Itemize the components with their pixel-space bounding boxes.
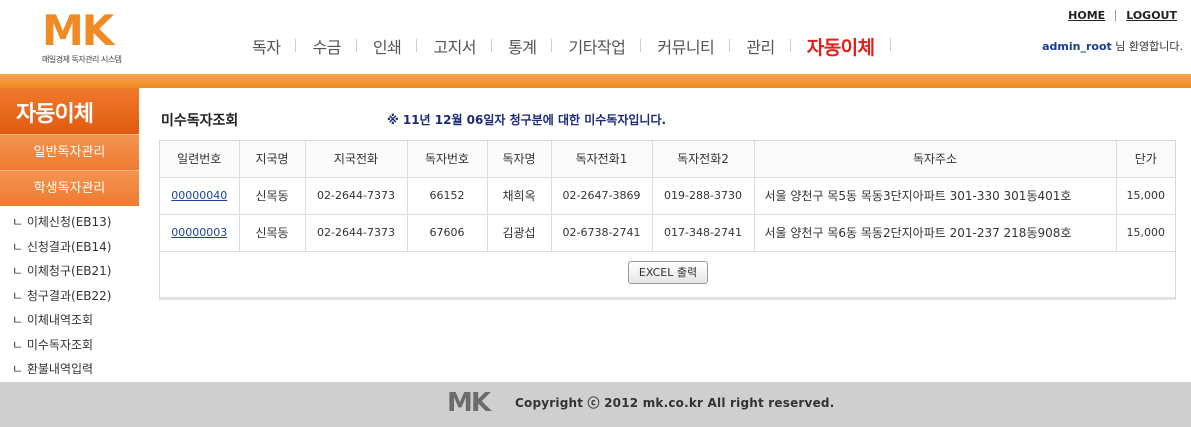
column-header: 독자전화2 [652, 141, 755, 178]
cell-branch-phone: 02-2644-7373 [305, 214, 408, 252]
cell-branch: 신목동 [239, 214, 306, 252]
sidebar: 자동이체 일반독자관리 학생독자관리 ㄴ 이체신청(EB13) ㄴ 신청결과(E… [0, 88, 139, 382]
mk-logo[interactable]: MK 매일경제 독자관리 시스템 [42, 10, 152, 68]
logo-text: MK [42, 6, 114, 55]
sidebar-subitem-eb13[interactable]: ㄴ 이체신청(EB13) [0, 210, 139, 235]
footer-logo: MK [447, 388, 491, 418]
nav-item-bill[interactable]: 고지서 [417, 34, 492, 58]
nav-item-community[interactable]: 커뮤니티 [641, 34, 731, 58]
content-header: 미수독자조회 ※ 11년 12월 06일자 청구분에 대한 미수독자입니다. [159, 88, 1177, 140]
table-header-row: 일련번호 지국명 지국전화 독자번호 독자명 독자전화1 독자전화2 독자주소 … [160, 141, 1175, 178]
sidebar-title: 자동이체 [0, 88, 139, 134]
cell-address: 서울 양천구 목5동 목동3단지아파트 301-330 301동401호 [754, 177, 1117, 215]
nav-item-etc[interactable]: 기타작업 [552, 34, 642, 58]
logo-subtitle: 매일경제 독자관리 시스템 [42, 55, 122, 64]
main-nav: 독자 수금 인쇄 고지서 통계 기타작업 커뮤니티 관리 자동이체 [236, 33, 891, 60]
notice-text: ※ 11년 12월 06일자 청구분에 대한 미수독자입니다. [387, 113, 667, 127]
table-row: 00000003 신목동 02-2644-7373 67606 김광섭 02-6… [160, 214, 1175, 252]
column-header: 단가 [1116, 141, 1175, 178]
top-links: HOME LOGOUT [1062, 9, 1183, 22]
serial-link[interactable]: 00000003 [171, 226, 227, 239]
cell-price: 15,000 [1116, 177, 1175, 215]
footer: MK Copyright ⓒ 2012 mk.co.kr All right r… [0, 382, 1191, 427]
cell-reader-phone1: 02-6738-2741 [551, 214, 653, 252]
home-link[interactable]: HOME [1062, 9, 1111, 22]
column-header: 일련번호 [160, 141, 240, 178]
cell-reader-no: 67606 [407, 214, 488, 252]
cell-price: 15,000 [1116, 214, 1175, 252]
column-header: 독자번호 [407, 141, 488, 178]
sidebar-subitem-refund-input[interactable]: ㄴ 환불내역입력 [0, 357, 139, 382]
sidebar-subitem-eb14[interactable]: ㄴ 신청결과(EB14) [0, 235, 139, 260]
cell-branch-phone: 02-2644-7373 [305, 177, 408, 215]
top-link-divider [1115, 10, 1117, 21]
welcome-message: admin_root 님 환영합니다. [1042, 38, 1183, 54]
column-header: 지국명 [239, 141, 306, 178]
main-content: 미수독자조회 ※ 11년 12월 06일자 청구분에 대한 미수독자입니다. 일… [159, 88, 1177, 300]
cell-reader-phone2: 017-348-2741 [652, 214, 755, 252]
cell-serial: 00000040 [160, 177, 240, 215]
column-header: 독자주소 [754, 141, 1117, 178]
column-header: 독자전화1 [551, 141, 653, 178]
cell-reader-no: 66152 [407, 177, 488, 215]
header: MK 매일경제 독자관리 시스템 독자 수금 인쇄 고지서 통계 기타작업 커뮤… [0, 0, 1191, 74]
sidebar-subitem-eb22[interactable]: ㄴ 청구결과(EB22) [0, 284, 139, 309]
cell-branch: 신목동 [239, 177, 306, 215]
cell-reader-phone2: 019-288-3730 [652, 177, 755, 215]
sidebar-item-general-readers[interactable]: 일반독자관리 [0, 134, 139, 170]
nav-item-stats[interactable]: 통계 [492, 34, 553, 58]
sidebar-item-student-readers[interactable]: 학생독자관리 [0, 170, 139, 206]
nav-item-print[interactable]: 인쇄 [357, 34, 418, 58]
cell-reader-name: 채희옥 [487, 177, 552, 215]
nav-item-reader[interactable]: 독자 [236, 34, 297, 58]
cell-reader-name: 김광섭 [487, 214, 552, 252]
logout-link[interactable]: LOGOUT [1120, 9, 1183, 22]
column-header: 지국전화 [305, 141, 408, 178]
column-header: 독자명 [487, 141, 552, 178]
cell-serial: 00000003 [160, 214, 240, 252]
welcome-text: 님 환영합니다. [1115, 40, 1183, 53]
nav-item-auto-transfer[interactable]: 자동이체 [791, 33, 891, 60]
excel-export-button[interactable]: EXCEL 출력 [628, 261, 708, 284]
cell-address: 서울 양천구 목6동 목동2단지아파트 201-237 218동908호 [754, 214, 1117, 252]
header-divider-bar [0, 74, 1191, 88]
sidebar-submenu: ㄴ 이체신청(EB13) ㄴ 신청결과(EB14) ㄴ 이체청구(EB21) ㄴ… [0, 206, 139, 382]
sidebar-subitem-unpaid-readers[interactable]: ㄴ 미수독자조회 [0, 333, 139, 358]
table-row: 00000040 신목동 02-2644-7373 66152 채희옥 02-2… [160, 177, 1175, 215]
serial-link[interactable]: 00000040 [171, 189, 227, 202]
nav-item-collection[interactable]: 수금 [296, 34, 358, 58]
nav-item-admin[interactable]: 관리 [730, 34, 792, 58]
sidebar-subitem-transfer-history[interactable]: ㄴ 이체내역조회 [0, 308, 139, 333]
cell-reader-phone1: 02-2647-3869 [551, 177, 653, 215]
copyright-text: Copyright ⓒ 2012 mk.co.kr All right rese… [515, 396, 835, 410]
sidebar-subitem-eb21[interactable]: ㄴ 이체청구(EB21) [0, 259, 139, 284]
user-id: admin_root [1042, 40, 1112, 53]
results-panel: 일련번호 지국명 지국전화 독자번호 독자명 독자전화1 독자전화2 독자주소 … [159, 140, 1176, 300]
unpaid-readers-table: 일련번호 지국명 지국전화 독자번호 독자명 독자전화1 독자전화2 독자주소 … [160, 141, 1175, 252]
page-title: 미수독자조회 [161, 113, 239, 129]
